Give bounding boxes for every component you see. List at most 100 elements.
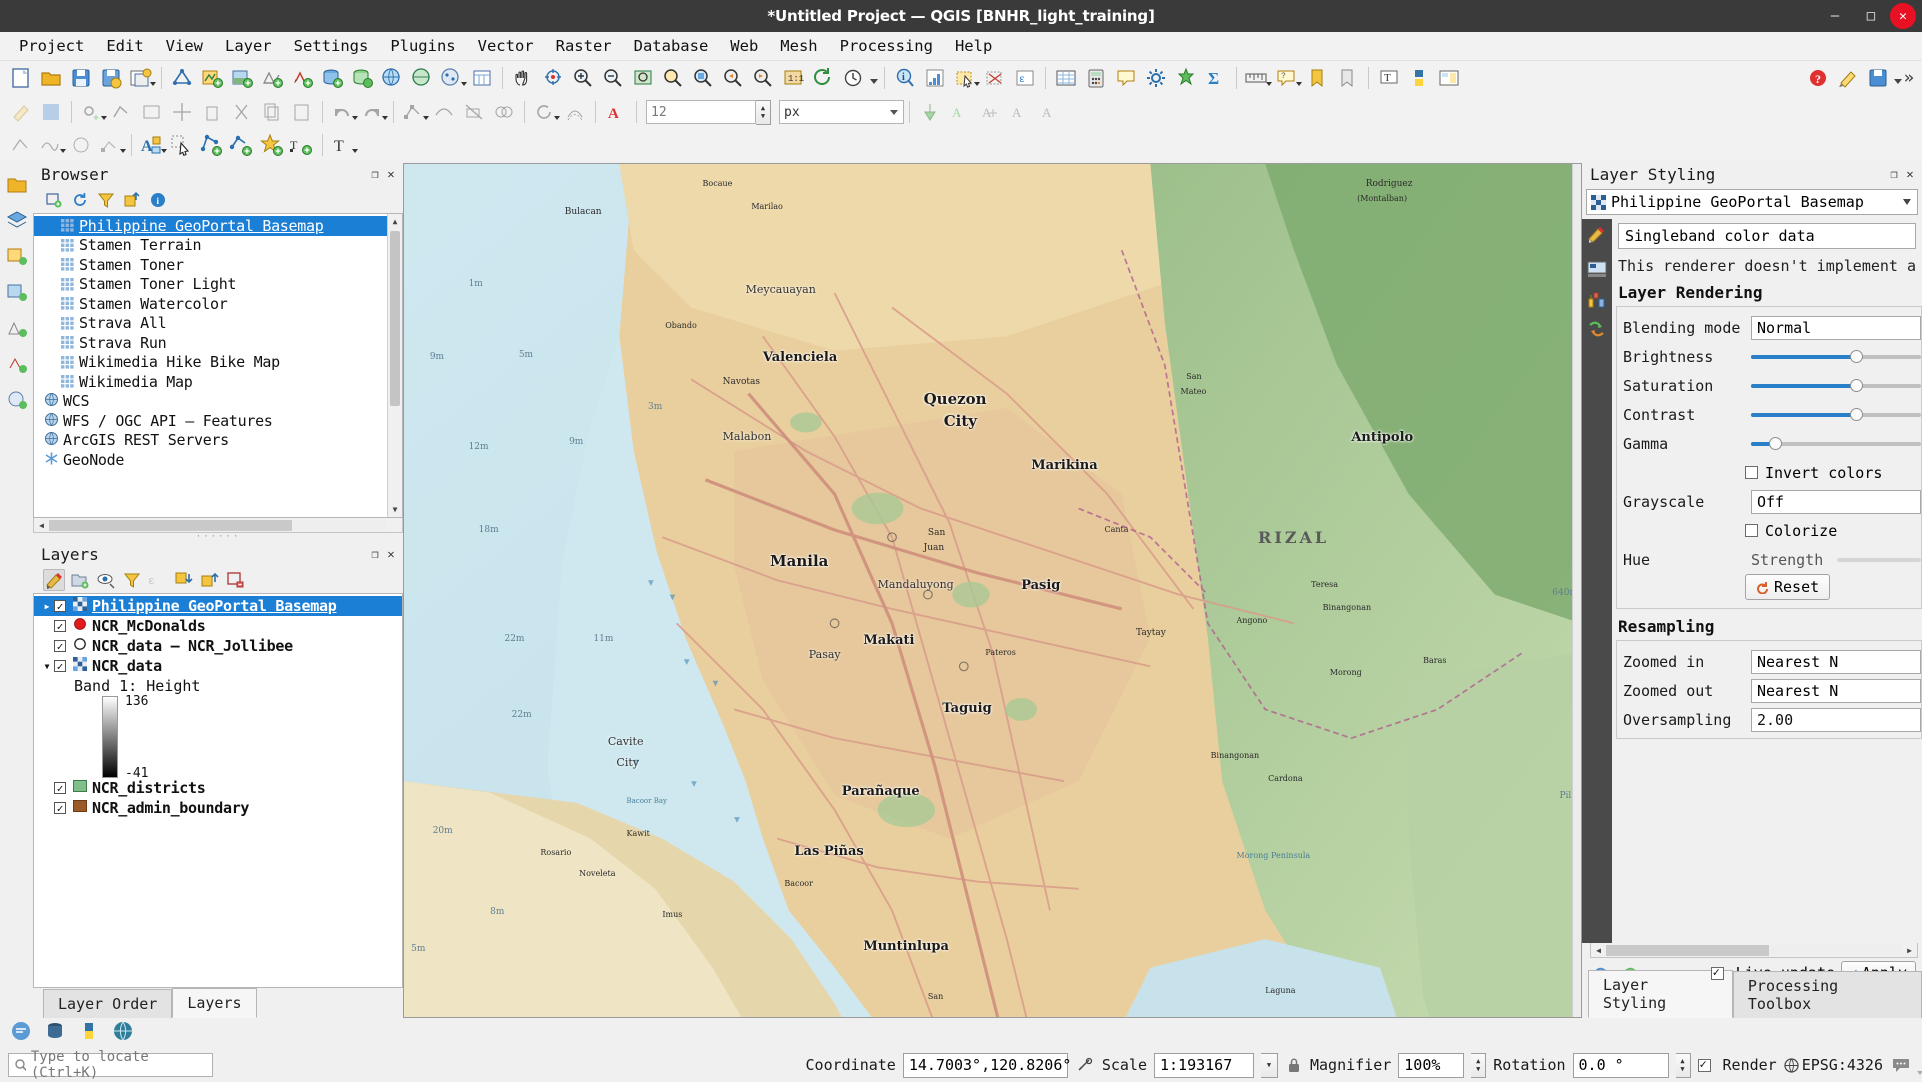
label-settings-icon[interactable]: A [137,130,167,160]
edit-mode-icon[interactable] [1833,63,1863,93]
open-style-manager-icon[interactable] [43,569,65,591]
add-polygon-annotation-icon[interactable] [197,130,227,160]
toolbar-overflow-1[interactable] [868,63,879,93]
measure-line-icon[interactable] [1242,63,1272,93]
layer-visibility-checkbox[interactable] [54,660,66,672]
deselect-features-icon[interactable] [980,63,1010,93]
menu-raster[interactable]: Raster [545,34,623,58]
add-selected-layers-icon[interactable] [43,189,65,211]
browser-tree[interactable]: Philippine GeoPortal Basemap Stamen Terra… [33,213,403,518]
scale-dropdown[interactable]: ▼ [1261,1052,1278,1078]
menu-settings[interactable]: Settings [283,34,380,58]
undo-redo-icon[interactable] [1587,319,1607,343]
rotate-feature-icon[interactable] [530,97,560,127]
menu-help[interactable]: Help [944,34,1003,58]
add-delimited-text-layer-icon[interactable]: , [287,63,317,93]
python-console-icon[interactable] [78,1020,100,1046]
strength-slider[interactable] [1837,550,1921,570]
zoom-last-icon[interactable] [718,63,748,93]
messages-log-icon[interactable] [10,1020,32,1046]
gamma-slider[interactable] [1751,434,1921,454]
magnifier-stepper[interactable]: ▲ ▼ [1471,1052,1487,1078]
browser-item-4[interactable]: Stamen Watercolor [34,294,402,314]
map-tips-icon[interactable] [1111,63,1141,93]
expand-all-icon[interactable] [173,569,195,591]
layer-item-5[interactable]: NCR_admin_boundary [34,798,402,818]
browser-item-9[interactable]: WCS [34,392,402,412]
styling-close-button[interactable]: ✕ [1902,166,1918,182]
zoom-to-layer-icon[interactable] [688,63,718,93]
add-raster-sidebar-icon[interactable] [6,281,28,307]
save-edits-icon[interactable] [36,97,66,127]
new-bookmark-icon[interactable] [1302,63,1332,93]
vertex-tool-icon[interactable] [399,97,429,127]
browser-item-8[interactable]: Wikimedia Map [34,372,402,392]
browser-item-10[interactable]: WFS / OGC API – Features [34,411,402,431]
zoom-to-selection-icon[interactable] [658,63,688,93]
open-attribute-table-icon[interactable] [1051,63,1081,93]
zoomed-in-select[interactable]: Nearest N [1751,649,1921,674]
browser-horizontal-scrollbar[interactable]: ◀ [33,518,403,533]
identify-features-icon[interactable]: i [890,63,920,93]
styling-horizontal-scrollbar[interactable]: ◀ ▶ [1590,943,1918,958]
menu-view[interactable]: View [155,34,214,58]
render-toggle[interactable]: ✓ Render [1697,1056,1777,1074]
add-marker-annotation-icon[interactable] [257,130,287,160]
collapse-all-icon[interactable] [199,569,221,591]
symbology-icon[interactable] [1587,225,1607,249]
browser-item-0[interactable]: Philippine GeoPortal Basemap [34,216,402,236]
maximize-button[interactable]: □ [1854,3,1888,29]
oversampling-input[interactable]: 2.00 [1751,707,1921,732]
browser-panel-icon[interactable] [6,173,28,199]
menu-layer[interactable]: Layer [214,34,283,58]
font-size-stepper[interactable]: ▲ ▼ [756,99,771,125]
options-icon[interactable] [1141,63,1171,93]
trace-icon[interactable] [96,130,126,160]
browser-float-button[interactable]: ❐ [367,166,383,182]
layers-float-button[interactable]: ❐ [367,546,383,562]
layer-visibility-checkbox[interactable] [54,802,66,814]
help-contents-icon[interactable]: ? [1803,63,1833,93]
layer-item-4[interactable]: NCR_districts [34,778,402,798]
zoomed-out-select[interactable]: Nearest N [1751,678,1921,703]
add-raster-layer-icon[interactable] [227,63,257,93]
font-size-input[interactable]: 12 [646,100,756,124]
new-print-layout-icon[interactable] [126,63,156,93]
rotation-input[interactable]: 0.0 ° [1572,1052,1669,1078]
statistical-summary-icon[interactable] [920,63,950,93]
expand-arrow-icon[interactable]: ▶ [40,602,54,611]
save-layer-edits-icon[interactable] [1863,63,1893,93]
layers-tree[interactable]: ▶ Philippine GeoPortal Basemap NCR_McDonal… [33,593,403,988]
add-delimited-sidebar-icon[interactable] [6,353,28,379]
add-wms-layer-icon[interactable] [377,63,407,93]
expression-filter-icon[interactable]: ε [147,569,1922,1075]
new-virtual-layer-icon[interactable] [467,63,497,93]
change-label-icon[interactable]: A [1035,97,1065,127]
split-features-icon[interactable] [459,97,489,127]
add-feature-line-icon[interactable] [107,97,137,127]
live-update-checkbox[interactable]: ✓ [1710,965,1724,980]
toolbar-overflow-right[interactable] [1893,63,1904,93]
remove-layer-icon[interactable] [225,569,247,591]
add-mesh-sidebar-icon[interactable] [6,317,28,343]
menu-edit[interactable]: Edit [95,34,154,58]
messages-icon[interactable] [1890,1057,1912,1073]
renderer-combo[interactable]: Singleband color data [1618,223,1916,249]
new-project-icon[interactable] [6,63,36,93]
add-mesh-layer-icon[interactable] [257,63,287,93]
filter-legend-icon[interactable] [121,569,143,591]
add-vector-sidebar-icon[interactable] [6,245,28,271]
pin-labels-icon[interactable] [915,97,945,127]
filter-icon[interactable] [95,189,117,211]
add-vector-layer-icon[interactable] [197,63,227,93]
properties-icon[interactable]: i [147,189,169,211]
invert-colors-row[interactable]: Invert colors [1617,458,1921,487]
pan-map-icon[interactable] [508,63,538,93]
label-toolbar-icon[interactable]: A [601,97,631,127]
lock-scale-icon[interactable] [1285,1057,1303,1073]
add-wfs-layer-icon[interactable] [437,63,467,93]
select-annotation-icon[interactable] [167,130,197,160]
menu-mesh[interactable]: Mesh [769,34,828,58]
browser-item-2[interactable]: Stamen Toner [34,255,402,275]
merge-features-icon[interactable] [489,97,519,127]
